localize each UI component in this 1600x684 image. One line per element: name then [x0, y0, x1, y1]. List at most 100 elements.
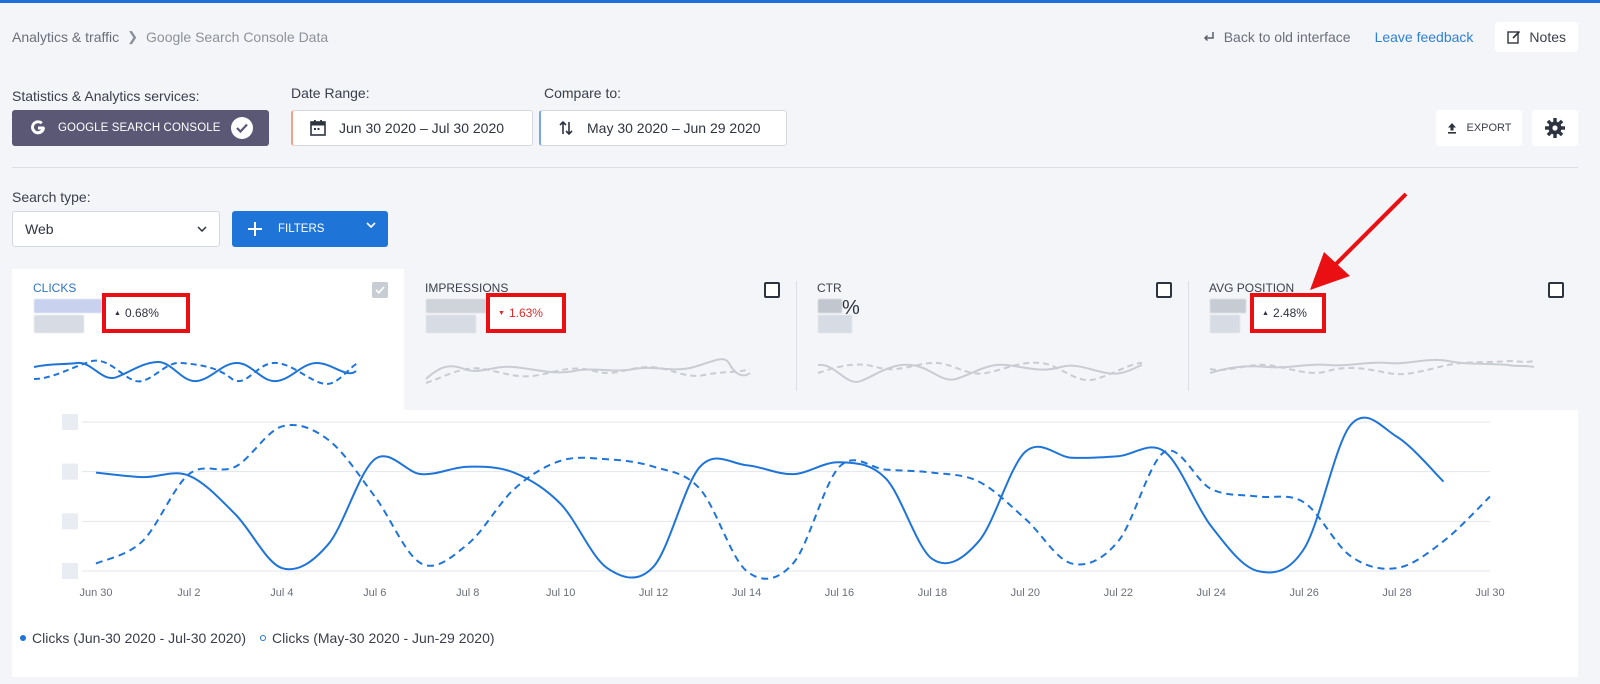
date-range-value: Jun 30 2020 – Jul 30 2020	[339, 120, 505, 136]
metric-checkbox[interactable]	[1156, 282, 1172, 298]
metric-name: CTR	[817, 281, 842, 295]
x-tick-label: Jul 28	[1382, 587, 1411, 599]
card-divider	[796, 281, 797, 391]
filters-button[interactable]: FILTERS	[232, 211, 388, 247]
chevron-down-icon	[366, 222, 376, 228]
google-search-console-button[interactable]: GOOGLE SEARCH CONSOLE	[12, 110, 269, 146]
x-tick-label: Jun 30	[79, 587, 112, 599]
breadcrumb-current: Google Search Console Data	[146, 29, 329, 45]
x-tick-label: Jul 26	[1289, 587, 1318, 599]
edit-icon	[1507, 30, 1521, 44]
chart-legend: Clicks (Jun-30 2020 - Jul-30 2020) Click…	[20, 630, 495, 646]
chevron-right-icon: ❯	[127, 29, 139, 44]
blurred-value	[34, 299, 102, 313]
x-tick-label: Jul 10	[546, 587, 575, 599]
x-tick-label: Jul 16	[825, 587, 854, 599]
blurred-value	[426, 299, 494, 313]
service-label: GOOGLE SEARCH CONSOLE	[58, 122, 221, 134]
metric-checkbox[interactable]	[764, 282, 780, 298]
delta-highlight: ▼ 1.63%	[486, 293, 566, 333]
breadcrumb: Analytics & traffic ❯ Google Search Cons…	[12, 29, 328, 45]
card-divider	[1188, 281, 1189, 391]
notes-button[interactable]: Notes	[1495, 22, 1578, 52]
checkmark-icon	[375, 286, 385, 294]
blurred-value	[818, 299, 842, 313]
metric-delta: 2.48%	[1272, 306, 1307, 320]
metrics-panel: CLICKS ▲ 0.68% IMPRESSIONS ▼ 1.63% CTR %…	[12, 269, 1578, 677]
blurred-value	[1210, 315, 1240, 333]
metric-checkbox[interactable]	[1548, 282, 1564, 298]
back-to-old-interface-link[interactable]: Back to old interface	[1202, 29, 1351, 45]
filters-label: FILTERS	[278, 223, 325, 235]
compare-range-value: May 30 2020 – Jun 29 2020	[587, 120, 761, 136]
x-tick-label: Jul 6	[363, 587, 386, 599]
legend-dot-hollow-icon	[260, 635, 266, 641]
notes-label: Notes	[1529, 29, 1566, 45]
x-tick-label: Jul 12	[639, 587, 668, 599]
clicks-line-chart: Jun 30 Jul 2 Jul 4 Jul 6 Jul 8 Jul 10 Jul 12 Ju…	[62, 414, 1505, 599]
x-tick-label: Jul 24	[1197, 587, 1226, 599]
google-icon	[28, 118, 48, 138]
metric-checkbox[interactable]	[372, 282, 388, 298]
blurred-value	[34, 315, 84, 333]
back-label: Back to old interface	[1223, 29, 1351, 45]
metric-name: CLICKS	[33, 281, 77, 295]
services-label: Statistics & Analytics services:	[12, 88, 200, 104]
blurred-y-tick	[62, 563, 78, 579]
blurred-y-tick	[62, 414, 78, 430]
settings-button[interactable]	[1532, 110, 1578, 146]
series-line-current	[95, 416, 1445, 579]
legend-item-current[interactable]: Clicks (Jun-30 2020 - Jul-30 2020)	[20, 630, 246, 646]
legend-dot-icon	[20, 635, 26, 641]
x-tick-label: Jul 4	[270, 587, 293, 599]
x-tick-label: Jul 22	[1104, 587, 1133, 599]
compare-range-picker[interactable]: May 30 2020 – Jun 29 2020	[539, 110, 787, 146]
date-range-label: Date Range:	[291, 85, 370, 101]
metric-delta: 0.68%	[124, 306, 159, 320]
metric-delta: 1.63%	[508, 306, 543, 320]
sparkline	[817, 361, 1143, 383]
metric-card-clicks[interactable]: CLICKS ▲ 0.68%	[12, 269, 404, 410]
top-accent-line	[0, 0, 1600, 3]
compare-label: Compare to:	[544, 85, 622, 101]
section-divider	[12, 167, 1578, 168]
chevron-down-icon	[197, 226, 207, 232]
sparkline	[1209, 358, 1535, 375]
x-tick-label: Jul 8	[456, 587, 479, 599]
return-arrow-icon	[1203, 32, 1214, 42]
blurred-value	[818, 315, 852, 333]
search-type-label: Search type:	[12, 189, 91, 205]
plus-icon	[232, 222, 278, 236]
x-tick-label: Jul 30	[1475, 587, 1504, 599]
calendar-icon	[307, 119, 329, 137]
x-tick-label: Jul 14	[732, 587, 761, 599]
caret-down-icon: ▼	[498, 309, 505, 317]
sparkline	[33, 359, 359, 385]
metric-card-ctr[interactable]: CTR %	[796, 269, 1188, 410]
blurred-y-tick	[62, 513, 78, 530]
series-line-previous	[95, 424, 1491, 580]
date-range-picker[interactable]: Jun 30 2020 – Jul 30 2020	[291, 110, 533, 146]
leave-feedback-link[interactable]: Leave feedback	[1375, 29, 1474, 45]
breadcrumb-parent[interactable]: Analytics & traffic	[12, 29, 119, 45]
caret-up-icon: ▲	[114, 309, 121, 317]
blurred-value	[1210, 299, 1246, 313]
legend-label: Clicks (Jun-30 2020 - Jul-30 2020)	[32, 630, 246, 646]
caret-up-icon: ▲	[1262, 309, 1269, 317]
blurred-value	[426, 315, 476, 333]
upload-icon	[1448, 123, 1457, 134]
export-button[interactable]: EXPORT	[1436, 110, 1522, 146]
header-actions: Back to old interface Leave feedback Not…	[1202, 22, 1578, 52]
annotation-arrow	[1310, 192, 1408, 290]
x-tick-label: Jul 20	[1011, 587, 1040, 599]
export-label: EXPORT	[1466, 122, 1512, 134]
metric-card-impressions[interactable]: IMPRESSIONS ▼ 1.63%	[404, 269, 796, 410]
checkmark-icon	[231, 117, 253, 139]
blurred-y-tick	[62, 463, 78, 480]
x-tick-label: Jul 2	[177, 587, 200, 599]
legend-item-previous[interactable]: Clicks (May-30 2020 - Jun-29 2020)	[260, 630, 495, 646]
x-tick-label: Jul 18	[918, 587, 947, 599]
sparkline	[425, 358, 751, 384]
search-type-select[interactable]: Web	[12, 211, 220, 247]
legend-label: Clicks (May-30 2020 - Jun-29 2020)	[272, 630, 495, 646]
